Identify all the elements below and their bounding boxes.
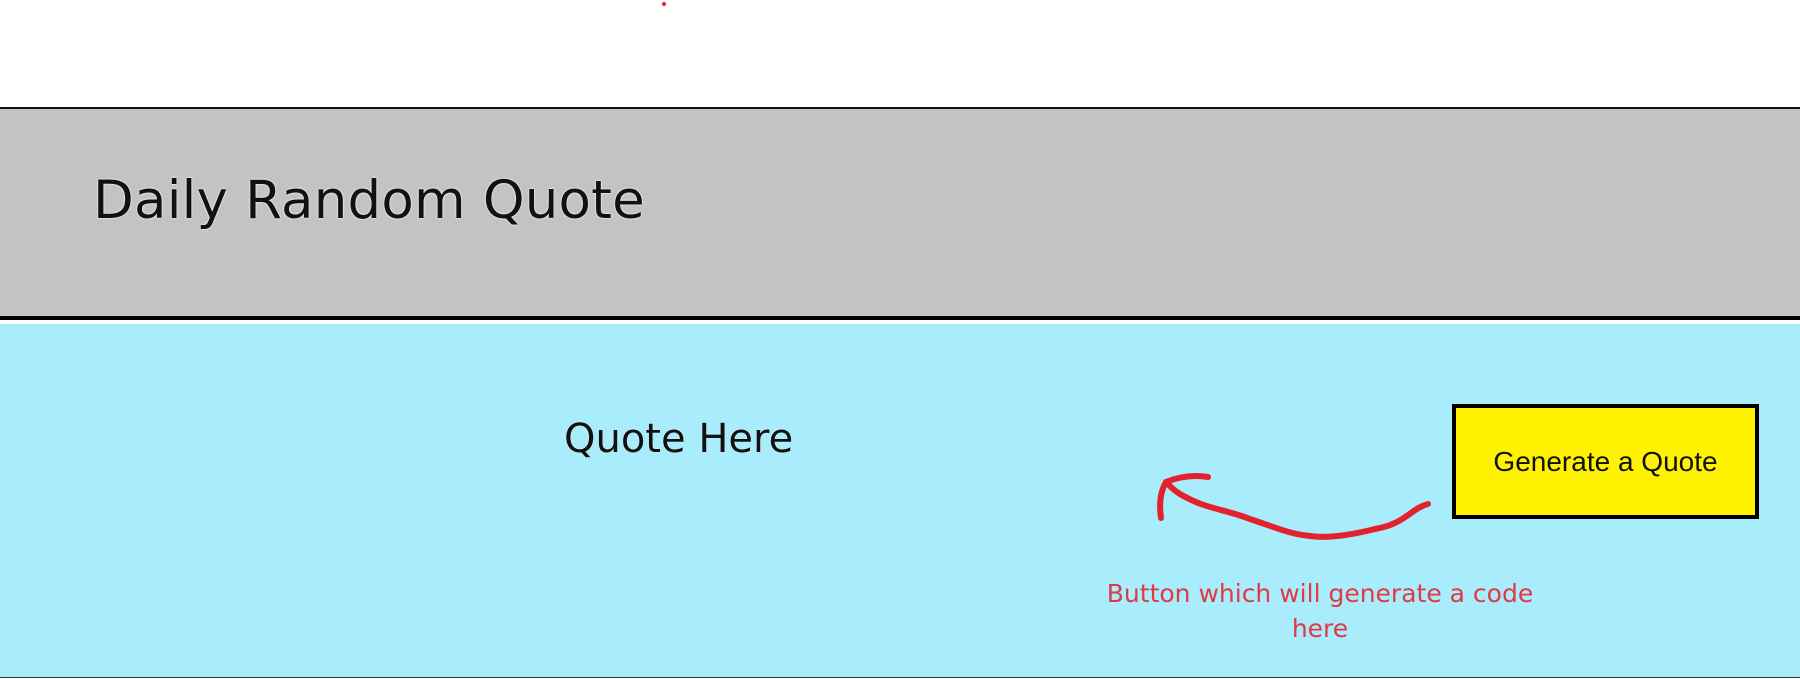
header: Daily Random Quote: [0, 107, 1800, 320]
stray-dot: [662, 2, 666, 6]
page-title: Daily Random Quote: [93, 170, 645, 231]
quote-display: Quote Here: [564, 416, 794, 462]
generate-quote-button[interactable]: Generate a Quote: [1452, 404, 1759, 519]
annotation-note: Button which will generate a code here: [1106, 579, 1534, 643]
page: Daily Random Quote Quote Here Generate a…: [0, 0, 1800, 679]
main-content: Quote Here Generate a Quote Button which…: [0, 324, 1800, 678]
